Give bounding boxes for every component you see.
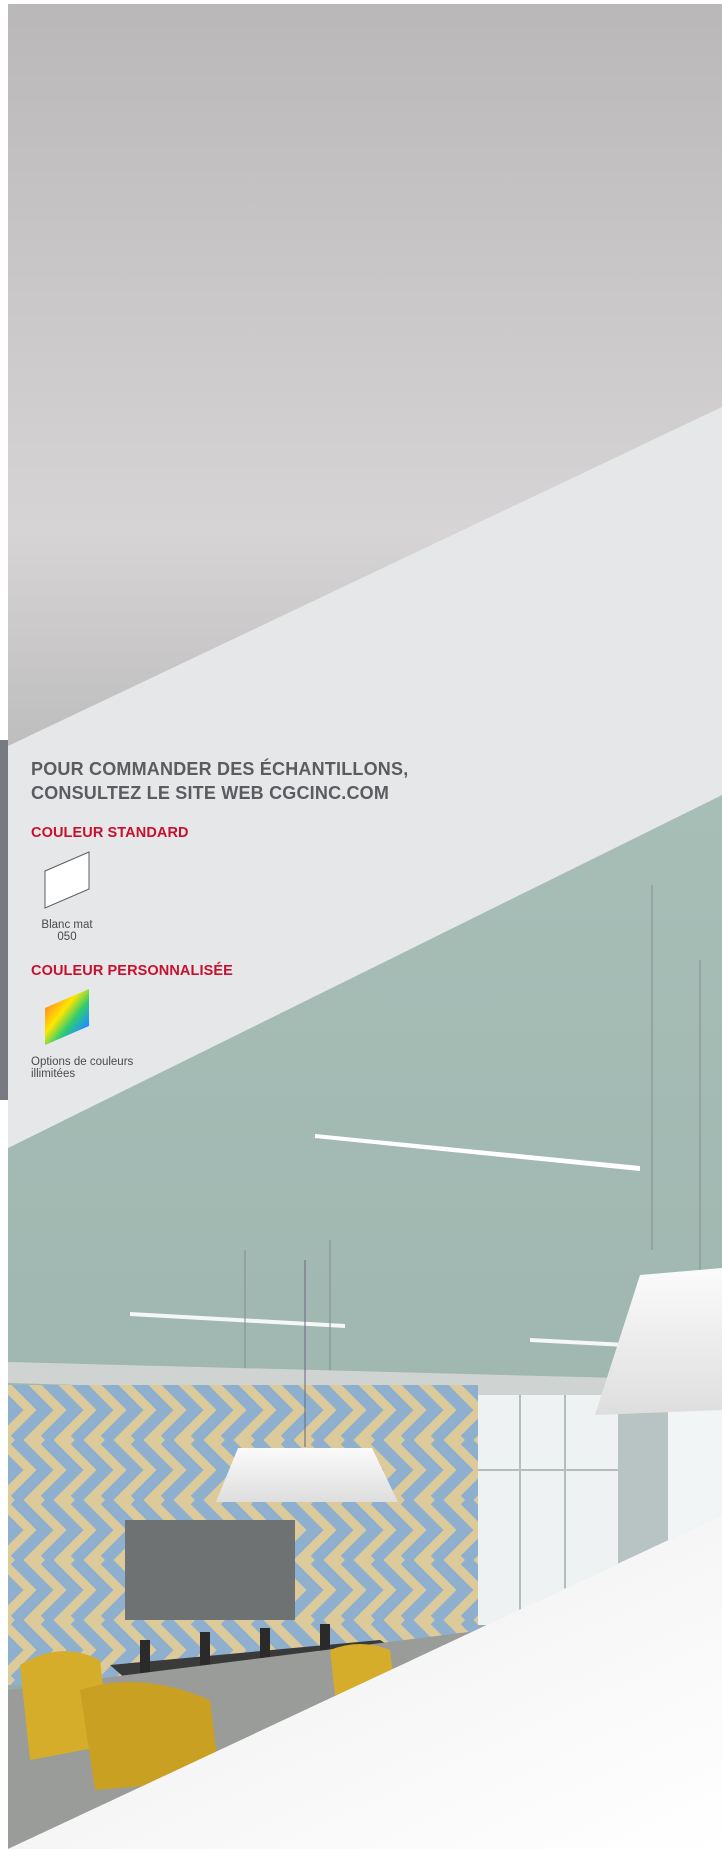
product-brochure-page: POUR COMMANDER DES ÉCHANTILLONS, CONSULT…: [0, 0, 722, 1849]
background-scene: [0, 0, 722, 1849]
